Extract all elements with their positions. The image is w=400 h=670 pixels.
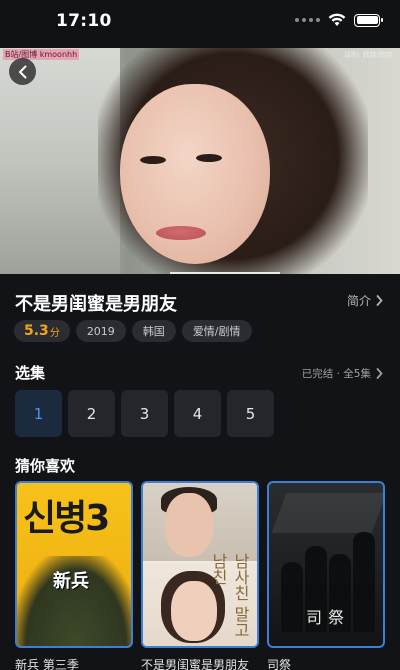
poster-label: 新兵 [53, 571, 89, 592]
status-bar: 17:10 [0, 0, 400, 48]
poster-text: 남사친 말고 남친 [209, 553, 250, 639]
score-unit: 分 [49, 327, 60, 339]
chevron-right-icon [376, 368, 383, 379]
recommend-title[interactable]: 司祭 [267, 656, 385, 670]
genre-tag: 爱情/剧情 [181, 320, 252, 342]
year-tag: 2019 [75, 320, 126, 342]
recommend-item[interactable]: 남사친 말고 남친 不是男闺蜜是男朋友 [141, 481, 259, 670]
episode-button-2[interactable]: 2 [68, 390, 115, 437]
status-icons [295, 13, 383, 27]
recommend-title[interactable]: 不是男闺蜜是男朋友 [141, 656, 259, 670]
hero-video-still[interactable] [0, 48, 400, 274]
episode-button-5[interactable]: 5 [227, 390, 274, 437]
recommend-item[interactable]: 신병3 新兵 新兵 第三季 [15, 481, 133, 670]
translator-credit: 译制: 韩韩/韩韩 [344, 51, 393, 59]
score-badge: 5.3 分 [14, 320, 70, 342]
cellular-signal-icon [295, 18, 320, 22]
show-tags: 5.3 分 2019 韩国 爱情/剧情 [14, 320, 252, 342]
poster-image[interactable]: 남사친 말고 남친 [141, 481, 259, 648]
recommend-list: 신병3 新兵 新兵 第三季 남사친 말고 남친 不是男闺蜜是男朋友 司祭 司祭 [15, 481, 385, 670]
poster-text: 신병3 [23, 498, 110, 539]
episodes-status-link[interactable]: 已完结 · 全5集 [302, 366, 383, 381]
episode-button-1[interactable]: 1 [15, 390, 62, 437]
intro-link[interactable]: 简介 [347, 292, 383, 309]
episodes-status: 已完结 · 全5集 [301, 368, 371, 380]
chevron-right-icon [376, 295, 383, 306]
recommend-heading: 猜你喜欢 [15, 457, 76, 475]
show-title: 不是男闺蜜是男朋友 [15, 294, 177, 315]
recommend-title[interactable]: 新兵 第三季 [15, 656, 133, 670]
chevron-left-icon [18, 65, 26, 78]
region-tag: 韩国 [131, 320, 176, 342]
status-time: 17:10 [56, 11, 112, 31]
battery-icon [354, 13, 383, 27]
back-button[interactable] [9, 58, 36, 85]
intro-label: 简介 [346, 294, 371, 308]
episode-button-4[interactable]: 4 [174, 390, 221, 437]
episodes-heading: 选集 [15, 364, 46, 382]
episode-list: 1 2 3 4 5 [15, 390, 274, 437]
episode-button-3[interactable]: 3 [121, 390, 168, 437]
score-value: 5.3 [24, 323, 49, 339]
recommend-item[interactable]: 司祭 司祭 [267, 481, 385, 670]
watermark: B站/图博 kmoonhh [3, 49, 80, 60]
wifi-icon [328, 13, 346, 26]
poster-image[interactable]: 신병3 新兵 [15, 481, 133, 648]
poster-text: 司祭 [305, 608, 350, 627]
poster-image[interactable]: 司祭 [267, 481, 385, 648]
